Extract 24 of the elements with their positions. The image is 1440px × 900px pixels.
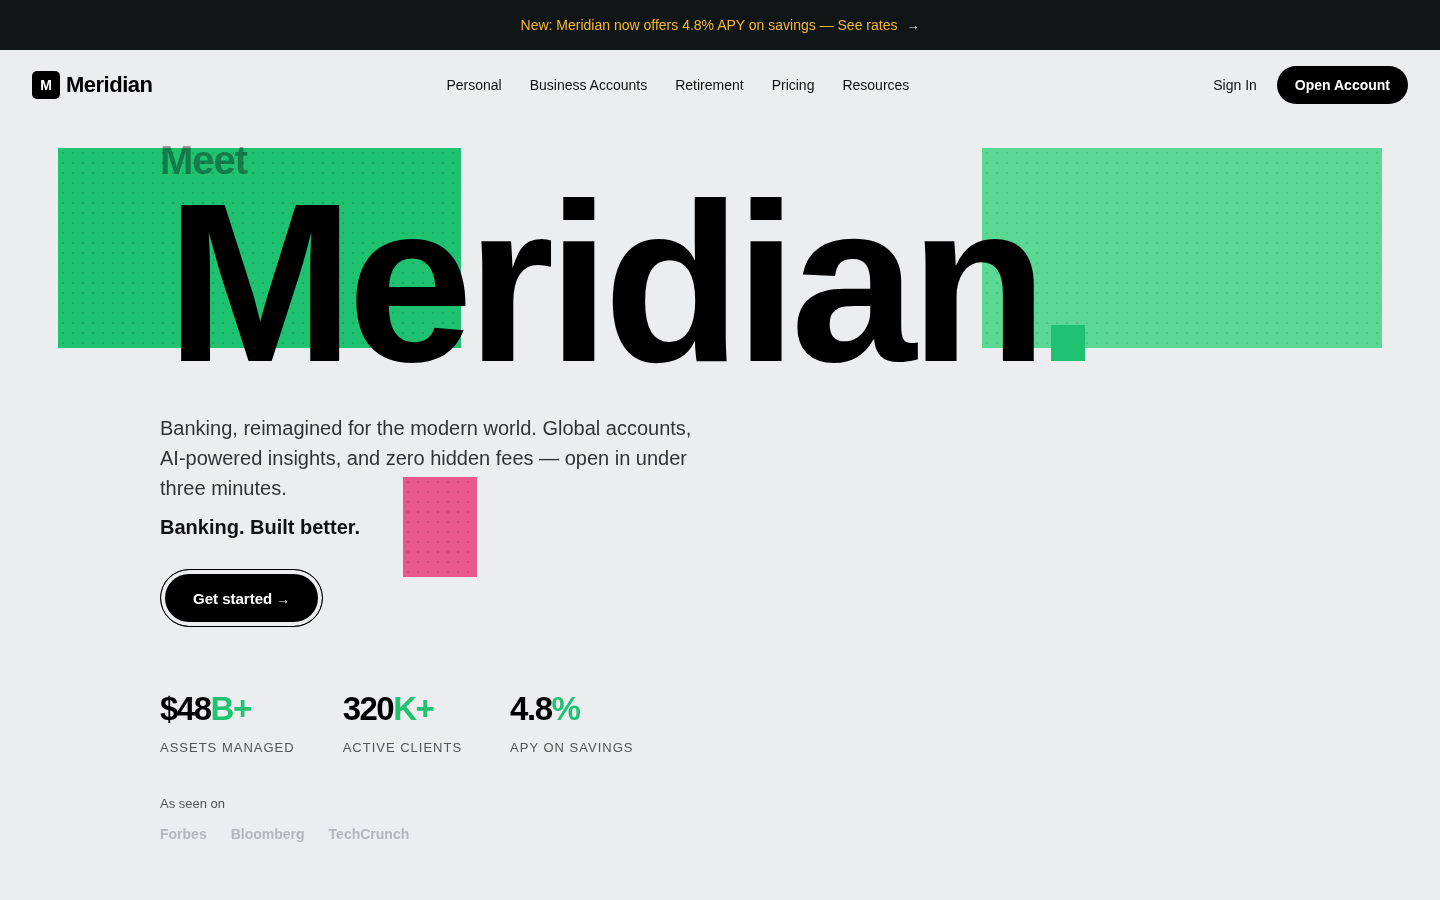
hero-description: Banking, reimagined for the modern world. Global accounts, AI-powered insights, and zero hidden fees — open in under three minutes. — [160, 416, 693, 502]
open-account-button[interactable]: Open Account — [1276, 66, 1408, 104]
press-logo: Forbes — [160, 824, 207, 844]
press-logo: Bloomberg — [230, 824, 305, 844]
stat-value: 4.8% — [510, 689, 580, 729]
press-label: As seen on — [160, 794, 226, 813]
get-started-button[interactable]: Get started → — [160, 569, 324, 628]
press-logo: TechCrunch — [328, 824, 410, 844]
announcement-link[interactable]: New: Meridian now offers 4.8% APY on savings — See rates → — [520, 17, 920, 33]
logo-mark[interactable]: M — [32, 71, 60, 99]
sign-in-link[interactable]: Sign In — [1213, 77, 1257, 93]
stat-value: 320K+ — [342, 689, 434, 729]
square-icon — [1051, 325, 1086, 361]
nav-link[interactable]: Retirement — [675, 77, 744, 93]
nav-link[interactable]: Resources — [842, 77, 910, 93]
nav-link[interactable]: Pricing — [771, 77, 815, 93]
stat-label: APY ON SAVINGS — [510, 738, 634, 757]
stat-value: $48B+ — [160, 689, 251, 729]
hero-tagline: Banking. Built better. — [160, 515, 361, 541]
nav-link[interactable]: Business Accounts — [529, 77, 648, 93]
stat-label: ASSETS MANAGED — [160, 738, 295, 757]
brand-name[interactable]: Meridian — [66, 72, 153, 98]
stat-label: ACTIVE CLIENTS — [342, 738, 463, 757]
nav-link[interactable]: Personal — [446, 77, 502, 93]
